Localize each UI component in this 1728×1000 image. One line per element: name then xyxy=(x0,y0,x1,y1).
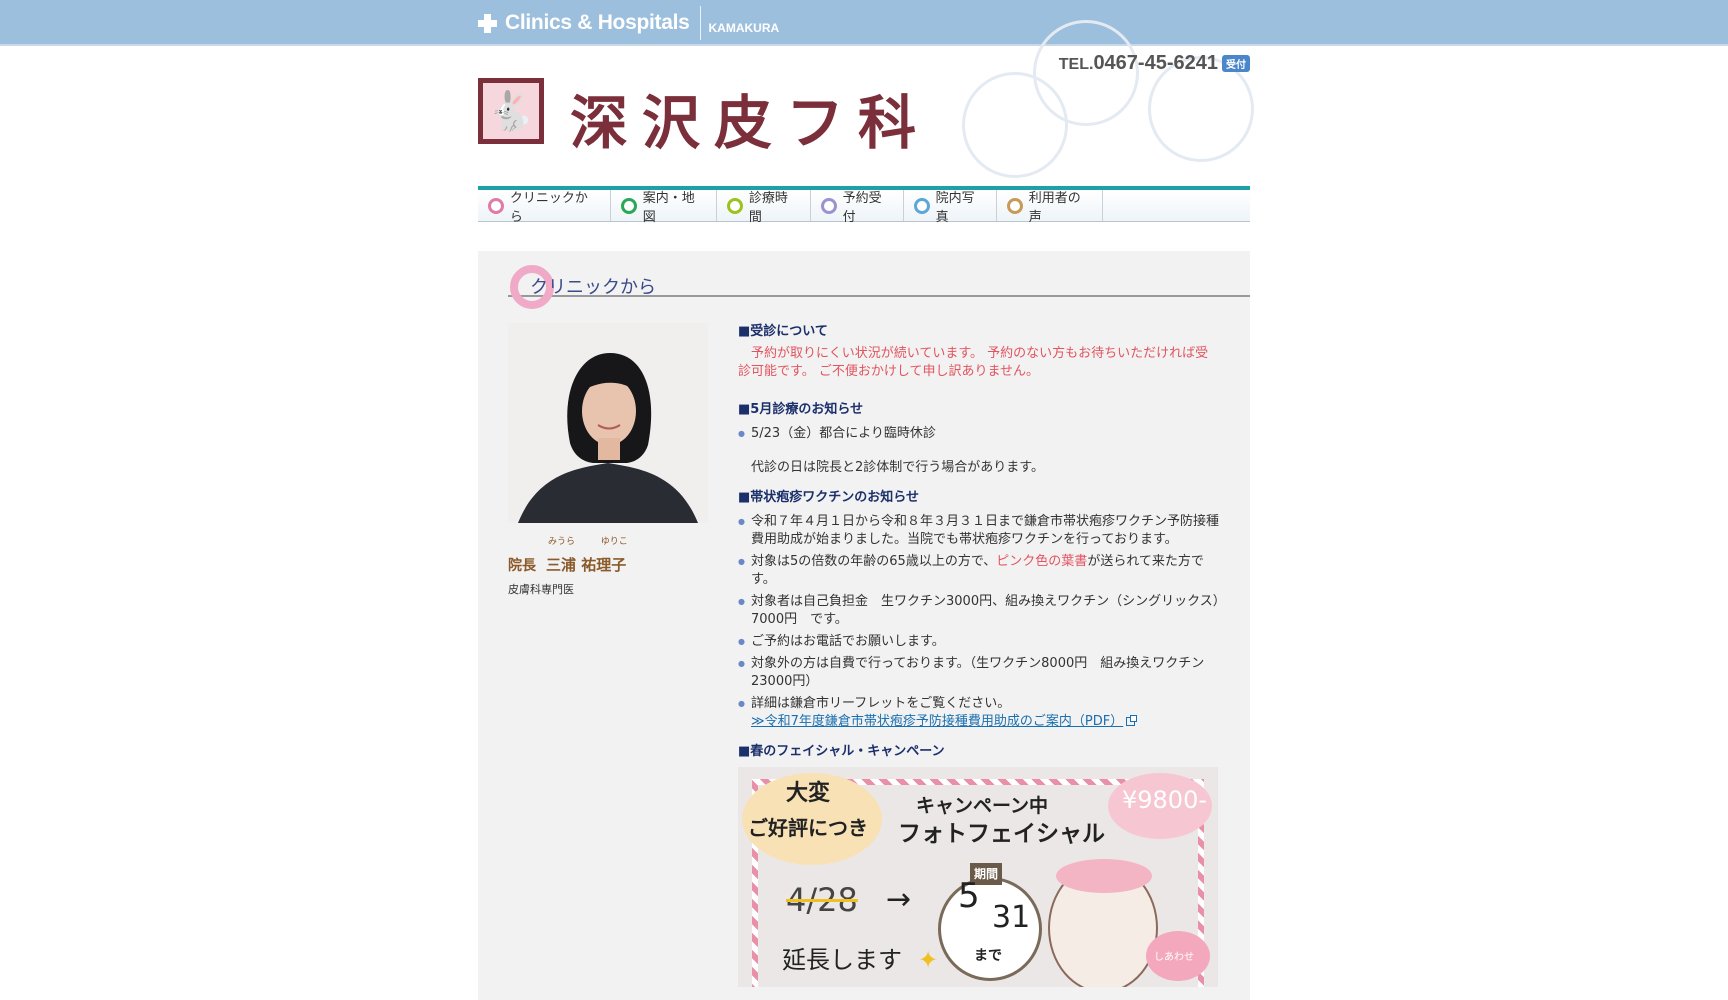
nav-item-access[interactable]: 案内・地図 xyxy=(611,190,717,225)
heading-may-notice: ■5月診療のお知らせ xyxy=(738,402,864,417)
list-item: 詳細は鎌倉市リーフレットをご覧ください。 ≫令和7年度鎌倉市帯状疱疹予防接種費用… xyxy=(738,695,1220,731)
nav-item-label: 利用者の声 xyxy=(1028,190,1081,225)
clinic-logo[interactable]: 🐇 xyxy=(478,78,544,144)
arrow-icon: → xyxy=(886,882,912,917)
nav-item-reviews[interactable]: 利用者の声 xyxy=(997,190,1103,225)
campaign-line1: キャンペーン中 xyxy=(916,795,1049,817)
nav-item-label: 院内写真 xyxy=(935,190,975,225)
list-item: 5/23（金）都合により臨時休診 xyxy=(738,425,1220,443)
news-content: ■受診について 予約が取りにくい状況が続いています。 予約のない方もお待ちいただ… xyxy=(738,323,1220,987)
happy-label: しあわせ xyxy=(1154,952,1194,963)
director-name: 院長 三浦 祐理子 xyxy=(508,554,626,575)
director-specialty: 皮膚科専門医 xyxy=(508,583,574,596)
ruby-family: みうら xyxy=(548,537,576,547)
bubble-line1: 大変 xyxy=(786,781,831,806)
ring-icon xyxy=(1007,197,1023,214)
ring-icon xyxy=(821,197,837,214)
leaflet-pdf-link[interactable]: ≫令和7年度鎌倉市帯状疱疹予防接種費用助成のご案内（PDF） xyxy=(751,714,1123,729)
clinic-name: 深沢皮フ科 xyxy=(570,89,931,157)
director-photo xyxy=(508,323,708,523)
clinics-hospitals-brand[interactable]: Clinics & Hospitals KAMAKURA xyxy=(478,6,780,40)
leaflet-text: 詳細は鎌倉市リーフレットをご覧ください。 xyxy=(751,696,1011,711)
extension-note: 延長します xyxy=(782,946,902,974)
phone-number: TEL.0467-45-6241 受付 xyxy=(1059,52,1250,75)
campaign-line2: フォトフェイシャル xyxy=(898,821,1105,847)
ring-icon xyxy=(914,197,930,214)
content-panel: クリニックから みうら ゆりこ 院長 三浦 祐理子 皮膚科専門医 ■受診について … xyxy=(478,251,1250,1000)
ring-icon xyxy=(488,197,504,214)
tel-number: 0467-45-6241 xyxy=(1093,52,1218,74)
reception-badge: 受付 xyxy=(1222,55,1250,72)
new-end-day: 31 xyxy=(992,900,1031,935)
director-name-ruby: みうら ゆりこ xyxy=(548,534,628,547)
brand-area: KAMAKURA xyxy=(708,21,780,35)
nav-item-hours[interactable]: 診療時間 xyxy=(717,190,811,225)
nav-item-label: クリニックから xyxy=(509,190,588,225)
until-label: まで xyxy=(974,948,1002,964)
brand-divider xyxy=(699,6,701,40)
ring-icon xyxy=(727,197,743,214)
new-end-month: 5 xyxy=(958,876,980,916)
decor-circle xyxy=(962,72,1068,178)
substitute-note: 代診の日は院長と2診体制で行う場合があります。 xyxy=(751,460,1044,475)
pink-postcard-text: ピンク色の葉書 xyxy=(996,554,1088,569)
heading-vaccine: ■帯状疱疹ワクチンのお知らせ xyxy=(738,490,920,505)
ruby-given: ゆりこ xyxy=(600,537,628,547)
list-item: 令和７年４月１日から令和８年３月３１日まで鎌倉市帯状疱疹ワクチン予防接種費用助成… xyxy=(738,513,1220,549)
site-header: 🐇 深沢皮フ科 TEL.0467-45-6241 受付 xyxy=(478,20,1254,186)
section-heading: クリニックから xyxy=(508,263,1250,309)
heading-consultation: ■受診について xyxy=(738,324,828,339)
campaign-price: ¥9800- xyxy=(1122,786,1208,814)
list-item: ご予約はお電話でお願いします。 xyxy=(738,633,1220,651)
list-item: 対象外の方は自費で行っております。（生ワクチン8000円 組み換えワクチン230… xyxy=(738,655,1220,691)
consultation-note: 予約が取りにくい状況が続いています。 予約のない方もお待ちいただければ受診可能で… xyxy=(738,346,1209,379)
campaign-banner[interactable]: 大変 ご好評につき キャンペーン中 フォトフェイシャル ¥9800- 4/28 … xyxy=(738,767,1218,987)
director-fullname: 三浦 祐理子 xyxy=(546,556,627,574)
eligibility-text: 対象は5の倍数の年齢の65歳以上の方で、 xyxy=(751,554,997,569)
nav-item-clinic[interactable]: クリニックから xyxy=(478,190,611,225)
director-role: 院長 xyxy=(508,558,536,574)
list-item: 対象者は自己負担金 生ワクチン3000円、組み換えワクチン（シングリックス）70… xyxy=(738,593,1220,629)
old-end-date: 4/28 xyxy=(786,881,858,919)
sparkle-icon: ✦ xyxy=(918,946,939,974)
nav-item-label: 診療時間 xyxy=(748,190,788,225)
list-item: 対象は5の倍数の年齢の65歳以上の方で、ピンク色の葉書が送られて来た方です。 xyxy=(738,553,1220,589)
nav-item-photos[interactable]: 院内写真 xyxy=(904,190,997,225)
main-nav: クリニックから 案内・地図 診療時間 予約受付 院内写真 利用者の声 xyxy=(478,186,1250,225)
heading-campaign: ■春のフェイシャル・キャンペーン xyxy=(738,744,945,759)
tel-prefix: TEL. xyxy=(1058,56,1094,73)
nav-item-label: 予約受付 xyxy=(842,190,882,225)
ring-icon xyxy=(621,197,637,214)
section-title: クリニックから xyxy=(530,277,656,298)
nav-item-label: 案内・地図 xyxy=(642,190,695,225)
bubble-line2: ご好評につき xyxy=(748,816,868,840)
nav-item-reservation[interactable]: 予約受付 xyxy=(811,190,904,225)
rabbit-icon: 🐇 xyxy=(483,83,539,139)
headband xyxy=(1056,859,1152,893)
brand-name: Clinics & Hospitals xyxy=(505,11,690,34)
top-bar: Clinics & Hospitals KAMAKURA xyxy=(0,0,1728,46)
cross-icon xyxy=(478,13,497,33)
external-link-icon xyxy=(1126,715,1138,726)
